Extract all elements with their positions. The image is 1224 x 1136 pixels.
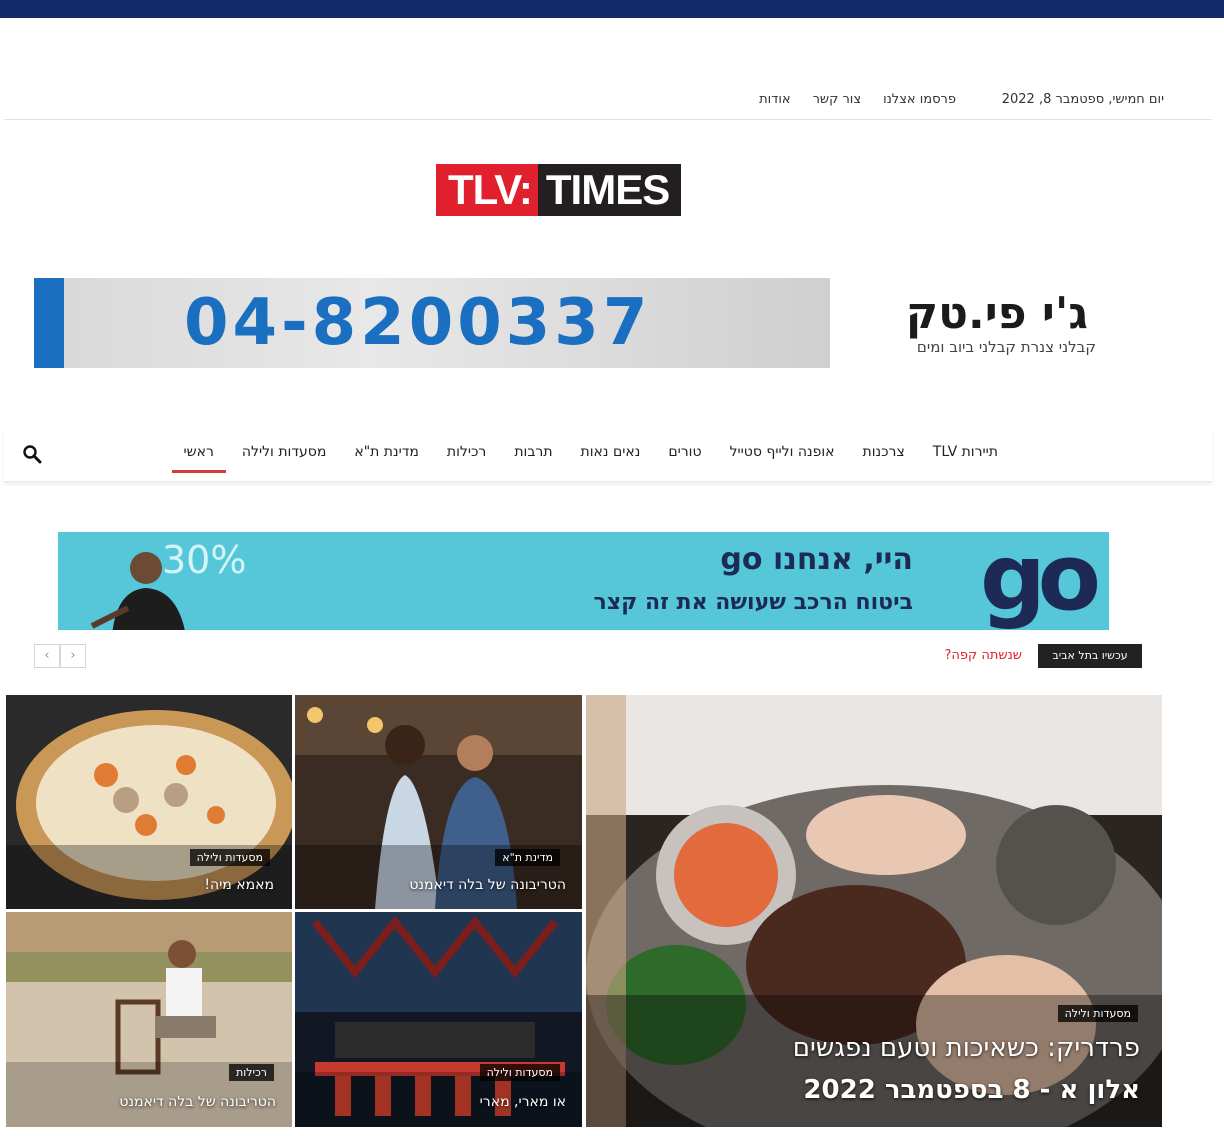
nav-items: ראשי מסעדות ולילה מדינת ת"א רכילות תרבות… <box>171 444 998 476</box>
main-nav: ראשי מסעדות ולילה מדינת ת"א רכילות תרבות… <box>4 428 1212 482</box>
top-bar: יום חמישי, ספטמבר 8, 2022 אודות צור קשר … <box>4 80 1212 120</box>
ticker-headline[interactable]: שנשתה קפה? <box>944 648 1022 663</box>
logo-times: TIMES <box>537 164 682 216</box>
nav-item-home[interactable]: ראשי <box>171 444 227 476</box>
nav-item-gossip[interactable]: רכילות <box>447 444 486 476</box>
article-card-1[interactable]: מסעדות ולילה מאמא מיה! <box>6 695 292 909</box>
featured-title[interactable]: פרדריק: כשאיכות וטעם נפגשים <box>793 1033 1140 1063</box>
article-2-category[interactable]: מדינת ת"א <box>495 849 560 866</box>
article-card-4[interactable]: מסעדות ולילה או מארי, מארי <box>295 912 582 1127</box>
top-link-about[interactable]: אודות <box>759 92 790 107</box>
nav-item-consumer[interactable]: צרכנות <box>863 444 905 476</box>
article-1-category[interactable]: מסעדות ולילה <box>189 849 270 866</box>
ad-phone-box: 04-8200337 <box>34 278 830 368</box>
top-link-advertise[interactable]: פרסמו אצלנו <box>883 92 956 107</box>
ticker-nav: ‹ › <box>34 644 86 668</box>
ticker-label: עכשיו בתל אביב <box>1038 644 1142 668</box>
article-4-category[interactable]: מסעדות ולילה <box>479 1064 560 1081</box>
nav-item-tourism[interactable]: תיירות TLV <box>933 444 998 476</box>
ad-brand-name: ג'י פי.טק <box>905 288 1088 339</box>
nav-item-fashion[interactable]: אופנה ולייף סטייל <box>730 444 835 476</box>
ad-banner-gptech[interactable]: 04-8200337 ג'י פי.טק קבלני צנרת קבלני בי… <box>34 278 1110 368</box>
featured-article[interactable]: מסעדות ולילה פרדריק: כשאיכות וטעם נפגשים… <box>586 695 1162 1127</box>
ad-banner-go[interactable]: 30% היי, אנחנו go ביטוח הרכב שעושה את זה… <box>58 532 1109 630</box>
featured-category[interactable]: מסעדות ולילה <box>1057 1005 1138 1022</box>
article-3-category[interactable]: רכילות <box>229 1064 274 1081</box>
ad-brand-subtitle: קבלני צנרת קבלני ביוב ומים <box>916 338 1096 356</box>
nav-item-columns[interactable]: טורים <box>668 444 701 476</box>
search-icon[interactable] <box>22 444 42 464</box>
top-stripe <box>0 0 1224 18</box>
site-logo[interactable]: TLV: TIMES <box>436 164 682 216</box>
ticker-prev-button[interactable]: ‹ <box>34 644 60 668</box>
article-card-2[interactable]: מדינת ת"א הטריבונה של בלה דיאמנט <box>295 695 582 909</box>
top-link-contact[interactable]: צור קשר <box>813 92 862 107</box>
featured-subtitle[interactable]: אלון א - 8 בספטמבר 2022 <box>803 1075 1140 1105</box>
top-links: אודות צור קשר פרסמו אצלנו <box>759 92 956 107</box>
nav-item-tlv-state[interactable]: מדינת ת"א <box>354 444 419 476</box>
article-4-title[interactable]: או מארי, מארי <box>480 1094 566 1110</box>
current-date: יום חמישי, ספטמבר 8, 2022 <box>1001 92 1164 107</box>
ad-go-tagline: ביטוח הרכב שעושה את זה קצר <box>593 590 914 615</box>
article-1-title[interactable]: מאמא מיה! <box>204 877 274 893</box>
nav-item-naim-naot[interactable]: נאים נאות <box>581 444 641 476</box>
ticker-next-button[interactable]: › <box>60 644 86 668</box>
ad-phone-number: 04-8200337 <box>184 286 652 360</box>
article-2-title[interactable]: הטריבונה של בלה דיאמנט <box>409 877 566 893</box>
ad-go-logo: go <box>979 532 1101 630</box>
ad-go-headline: היי, אנחנו go <box>720 542 913 577</box>
article-3-title[interactable]: הטריבונה של בלה דיאמנט <box>119 1094 276 1110</box>
nav-item-culture[interactable]: תרבות <box>514 444 552 476</box>
ad-percent: 30% <box>162 538 247 582</box>
nav-item-restaurants[interactable]: מסעדות ולילה <box>242 444 326 476</box>
logo-tlv: TLV: <box>436 164 538 216</box>
article-card-3[interactable]: רכילות הטריבונה של בלה דיאמנט <box>6 912 292 1127</box>
